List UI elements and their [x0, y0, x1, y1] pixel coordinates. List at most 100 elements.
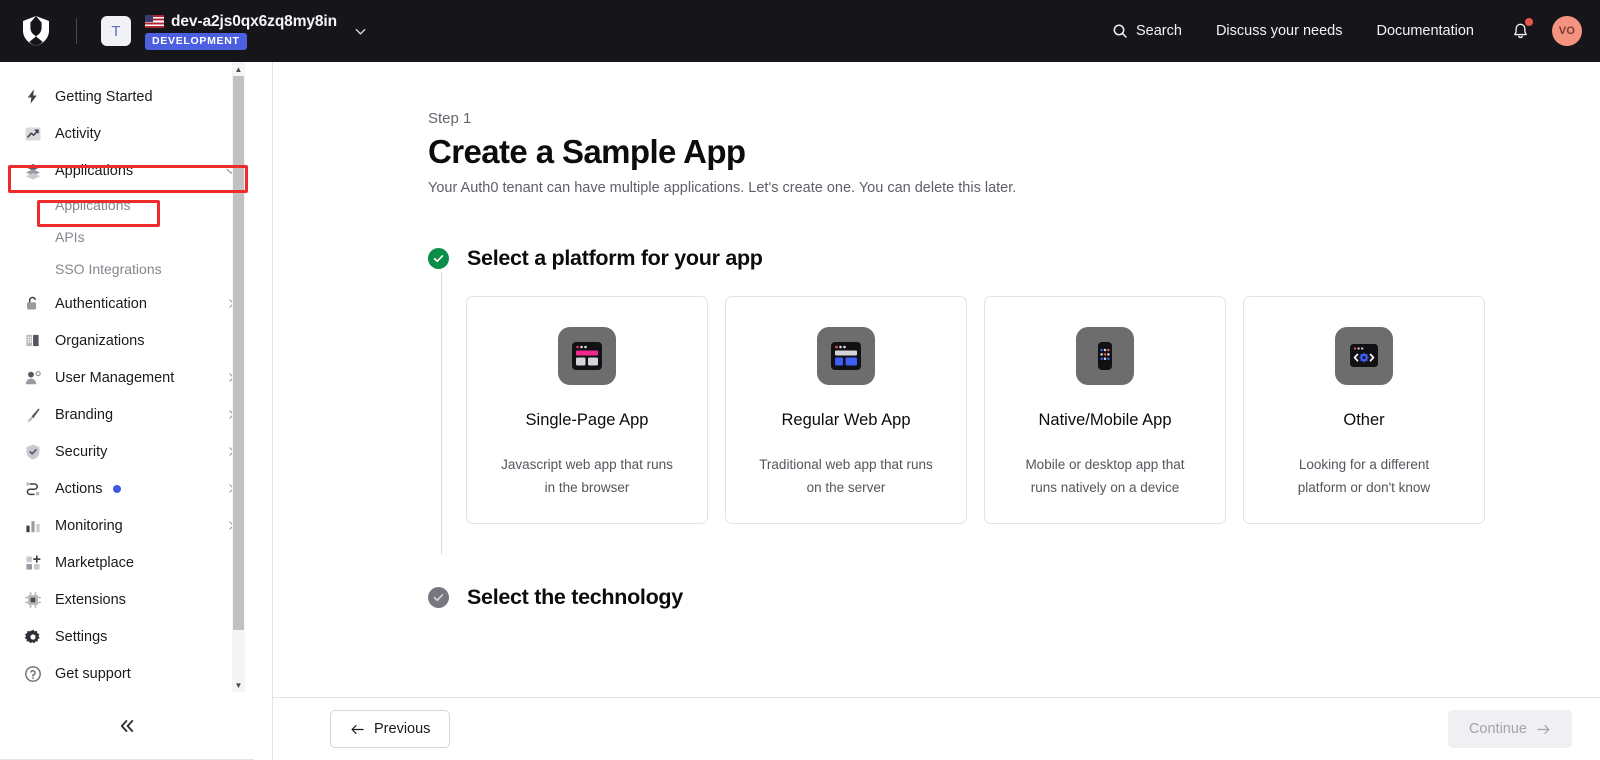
wizard-footer: Previous Continue	[273, 697, 1600, 760]
single-page-app-icon	[558, 327, 616, 385]
search-label: Search	[1135, 23, 1182, 39]
arrow-left-icon	[350, 723, 365, 736]
step-select-technology: Select the technology	[428, 585, 1600, 610]
sidebar-sublabel: Applications	[55, 197, 131, 213]
notification-alert-dot	[1525, 18, 1533, 26]
chevron-double-left-icon	[117, 716, 137, 736]
platform-card-other[interactable]: Other Looking for a different platform o…	[1243, 296, 1485, 524]
platform-card-description: Traditional web app that runs on the ser…	[759, 457, 933, 495]
documentation-link[interactable]: Documentation	[1359, 0, 1491, 62]
sidebar-subitem-applications[interactable]: Applications	[0, 189, 254, 221]
scroll-up-arrow-icon[interactable]: ▲	[232, 62, 245, 76]
topbar-divider	[76, 18, 77, 44]
platform-card-title: Single-Page App	[525, 411, 649, 429]
actions-flow-icon	[22, 478, 43, 499]
sidebar-item-actions[interactable]: Actions	[0, 470, 254, 507]
platform-card-description: Looking for a different platform or don'…	[1297, 457, 1431, 495]
sidebar-label: Security	[55, 443, 108, 460]
sidebar-label: Actions	[55, 480, 103, 497]
sidebar-label: Marketplace	[55, 554, 134, 571]
sidebar-label: Monitoring	[55, 517, 123, 534]
platform-card-list: Single-Page App Javascript web app that …	[466, 296, 1600, 524]
auth0-shield-logo[interactable]	[18, 13, 54, 49]
search-button[interactable]: Search	[1095, 0, 1199, 62]
main-content: Step 1 Create a Sample App Your Auth0 te…	[273, 62, 1600, 760]
sidebar-scrollbar[interactable]: ▲ ▼	[232, 62, 245, 692]
chevron-down-icon[interactable]	[353, 24, 368, 39]
previous-button-label: Previous	[374, 721, 431, 737]
page-subtitle: Your Auth0 tenant can have multiple appl…	[428, 180, 1017, 196]
sidebar-item-settings[interactable]: Settings	[0, 618, 254, 655]
sidebar-item-monitoring[interactable]: Monitoring	[0, 507, 254, 544]
actions-update-dot	[112, 484, 121, 493]
scrollbar-thumb[interactable]	[233, 76, 244, 630]
page-title: Create a Sample App	[428, 133, 746, 170]
sidebar-item-security[interactable]: Security	[0, 433, 254, 470]
sidebar: Getting Started Activity Applications Ap…	[0, 62, 273, 760]
bar-chart-icon	[22, 515, 43, 536]
shield-check-icon	[22, 441, 43, 462]
tenant-name: dev-a2js0qx6zq8my8in	[171, 12, 338, 30]
sidebar-item-marketplace[interactable]: Marketplace	[0, 544, 254, 581]
user-avatar[interactable]: VO	[1552, 16, 1582, 46]
activity-chart-icon	[22, 123, 43, 144]
sidebar-item-get-support[interactable]: Get support	[0, 655, 254, 692]
native-mobile-app-icon	[1076, 327, 1134, 385]
sidebar-item-extensions[interactable]: Extensions	[0, 581, 254, 618]
sidebar-item-applications[interactable]: Applications	[0, 152, 254, 189]
platform-card-single-page-app[interactable]: Single-Page App Javascript web app that …	[466, 296, 708, 524]
us-flag-icon	[145, 15, 164, 28]
regular-web-app-icon	[817, 327, 875, 385]
platform-card-description: Javascript web app that runs in the brow…	[501, 457, 673, 495]
sidebar-subitem-apis[interactable]: APIs	[0, 221, 254, 253]
unlock-padlock-icon	[22, 293, 43, 314]
tenant-environment-badge: DEVELOPMENT	[145, 32, 247, 50]
sidebar-item-authentication[interactable]: Authentication	[0, 285, 254, 322]
platform-card-native-mobile-app[interactable]: Native/Mobile App Mobile or desktop app …	[984, 296, 1226, 524]
sidebar-collapse-button[interactable]	[0, 692, 254, 760]
sidebar-label: Get support	[55, 665, 131, 682]
other-platform-icon	[1335, 327, 1393, 385]
sidebar-label: Authentication	[55, 295, 147, 312]
building-icon	[22, 330, 43, 351]
sidebar-scroll-region: Getting Started Activity Applications Ap…	[0, 62, 254, 692]
platform-card-title: Other	[1343, 411, 1385, 429]
tenant-avatar-tile[interactable]: T	[101, 16, 131, 46]
platform-card-title: Regular Web App	[781, 411, 911, 429]
continue-button-label: Continue	[1468, 721, 1527, 737]
step-title: Select the technology	[467, 585, 683, 609]
notification-bell-icon[interactable]	[1491, 0, 1546, 62]
gear-icon	[22, 626, 43, 647]
step-select-platform: Select a platform for your app	[428, 246, 1600, 271]
discuss-your-needs-link[interactable]: Discuss your needs	[1199, 0, 1360, 62]
continue-button[interactable]: Continue	[1447, 710, 1572, 748]
check-circle-icon	[428, 587, 449, 608]
sidebar-item-activity[interactable]: Activity	[0, 115, 254, 152]
sidebar-label: Applications	[55, 162, 134, 179]
sidebar-item-user-management[interactable]: User Management	[0, 359, 254, 396]
top-bar: T dev-a2js0qx6zq8my8in DEVELOPMENT Searc…	[0, 0, 1600, 62]
top-navigation: Search Discuss your needs Documentation …	[1095, 0, 1600, 62]
lightning-bolt-icon	[22, 86, 43, 107]
main-scroll-region: Step 1 Create a Sample App Your Auth0 te…	[273, 62, 1600, 697]
sidebar-label: Settings	[55, 628, 108, 645]
user-gear-icon	[22, 367, 43, 388]
previous-button[interactable]: Previous	[330, 710, 451, 748]
sidebar-label: Branding	[55, 406, 114, 423]
marketplace-grid-icon	[22, 552, 43, 573]
sidebar-label: User Management	[55, 369, 175, 386]
sidebar-sublabel: APIs	[55, 229, 85, 245]
paintbrush-icon	[22, 404, 43, 425]
scroll-down-arrow-icon[interactable]: ▼	[232, 678, 245, 692]
sidebar-item-branding[interactable]: Branding	[0, 396, 254, 433]
sidebar-label: Activity	[55, 125, 101, 142]
step-eyebrow: Step 1	[428, 110, 472, 127]
sidebar-item-organizations[interactable]: Organizations	[0, 322, 254, 359]
platform-card-regular-web-app[interactable]: Regular Web App Traditional web app that…	[725, 296, 967, 524]
tenant-selector[interactable]: dev-a2js0qx6zq8my8in DEVELOPMENT	[145, 13, 337, 50]
sidebar-sublabel: SSO Integrations	[55, 261, 162, 277]
sidebar-label: Organizations	[55, 332, 145, 349]
arrow-right-icon	[1536, 723, 1551, 736]
sidebar-item-getting-started[interactable]: Getting Started	[0, 78, 254, 115]
sidebar-subitem-sso-integrations[interactable]: SSO Integrations	[0, 253, 254, 285]
